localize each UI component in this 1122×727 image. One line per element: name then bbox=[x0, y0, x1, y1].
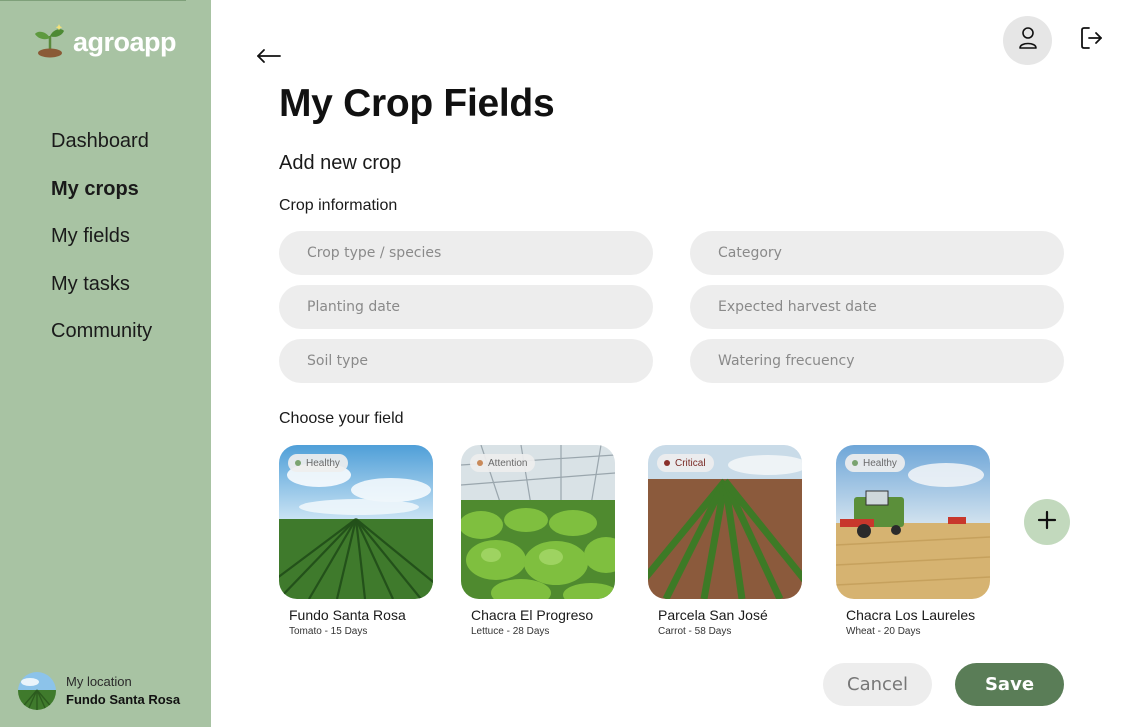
field-card-image: Healthy bbox=[279, 445, 433, 599]
sidebar-nav: Dashboard My crops My fields My tasks Co… bbox=[51, 127, 152, 365]
field-card-image: Critical bbox=[648, 445, 802, 599]
sidebar-item-community[interactable]: Community bbox=[51, 317, 152, 365]
category-input[interactable] bbox=[690, 231, 1064, 275]
brand-logo[interactable]: agroapp bbox=[33, 22, 177, 63]
field-card[interactable]: Attention Chacra El Progreso Lettuce - 2… bbox=[461, 445, 616, 637]
crop-type-input[interactable] bbox=[279, 231, 653, 275]
choose-field-label: Choose your field bbox=[279, 410, 404, 427]
status-dot bbox=[295, 460, 301, 466]
logout-button[interactable] bbox=[1076, 25, 1106, 55]
field-card[interactable]: Healthy Chacra Los Laureles Wheat - 20 D… bbox=[836, 445, 991, 637]
field-card-title: Chacra Los Laureles bbox=[846, 607, 976, 623]
logout-icon bbox=[1078, 25, 1104, 56]
cancel-button[interactable]: Cancel bbox=[823, 663, 932, 706]
back-button[interactable] bbox=[255, 44, 283, 68]
sprout-icon bbox=[33, 22, 67, 63]
field-card-image: Healthy bbox=[836, 445, 990, 599]
field-card-detail: Wheat - 20 Days bbox=[846, 626, 921, 637]
status-dot bbox=[477, 460, 483, 466]
status-badge: Attention bbox=[470, 454, 536, 472]
status-text: Healthy bbox=[863, 457, 897, 469]
planting-date-input[interactable] bbox=[279, 285, 653, 329]
crop-information-label: Crop information bbox=[279, 197, 398, 214]
location-text: My location Fundo Santa Rosa bbox=[66, 673, 180, 710]
location-avatar bbox=[18, 672, 56, 710]
field-card-detail: Lettuce - 28 Days bbox=[471, 626, 550, 637]
field-card-title: Parcela San José bbox=[658, 607, 768, 623]
status-text: Healthy bbox=[306, 457, 340, 469]
field-card[interactable]: Critical Parcela San José Carrot - 58 Da… bbox=[648, 445, 803, 637]
sidebar-item-dashboard[interactable]: Dashboard bbox=[51, 127, 152, 175]
location-value: Fundo Santa Rosa bbox=[66, 691, 181, 707]
profile-button[interactable] bbox=[1003, 16, 1052, 65]
page-subtitle: Add new crop bbox=[279, 152, 402, 174]
brand-name: agroapp bbox=[73, 27, 177, 57]
app-root: agroapp Dashboard My crops My fields My … bbox=[0, 0, 1122, 727]
field-card-image: Attention bbox=[461, 445, 615, 599]
field-card-title: Chacra El Progreso bbox=[471, 607, 594, 623]
field-card-detail: Carrot - 58 Days bbox=[658, 626, 732, 637]
location-label: My location bbox=[66, 673, 132, 689]
status-badge: Healthy bbox=[288, 454, 348, 472]
status-text: Attention bbox=[488, 457, 528, 469]
arrow-left-icon bbox=[255, 49, 283, 72]
field-card-detail: Tomato - 15 Days bbox=[289, 626, 368, 637]
page-title: My Crop Fields bbox=[279, 82, 555, 125]
watering-frequency-input[interactable] bbox=[690, 339, 1064, 383]
sidebar-item-my-tasks[interactable]: My tasks bbox=[51, 270, 152, 318]
sidebar-top-divider bbox=[0, 0, 186, 1]
location-widget[interactable]: My location Fundo Santa Rosa bbox=[18, 672, 180, 710]
plus-icon bbox=[1037, 510, 1057, 535]
status-badge: Critical bbox=[657, 454, 714, 472]
user-icon bbox=[1017, 26, 1039, 55]
status-text: Critical bbox=[675, 457, 706, 469]
sidebar: agroapp Dashboard My crops My fields My … bbox=[0, 0, 211, 727]
soil-type-input[interactable] bbox=[279, 339, 653, 383]
sidebar-item-my-fields[interactable]: My fields bbox=[51, 222, 152, 270]
field-card[interactable]: Healthy Fundo Santa Rosa Tomato - 15 Day… bbox=[279, 445, 434, 637]
status-dot bbox=[852, 460, 858, 466]
save-button[interactable]: Save bbox=[955, 663, 1064, 706]
harvest-date-input[interactable] bbox=[690, 285, 1064, 329]
sidebar-item-my-crops[interactable]: My crops bbox=[51, 175, 152, 223]
add-field-button[interactable] bbox=[1024, 499, 1070, 545]
status-dot bbox=[664, 460, 670, 466]
status-badge: Healthy bbox=[845, 454, 905, 472]
field-card-title: Fundo Santa Rosa bbox=[289, 607, 406, 623]
